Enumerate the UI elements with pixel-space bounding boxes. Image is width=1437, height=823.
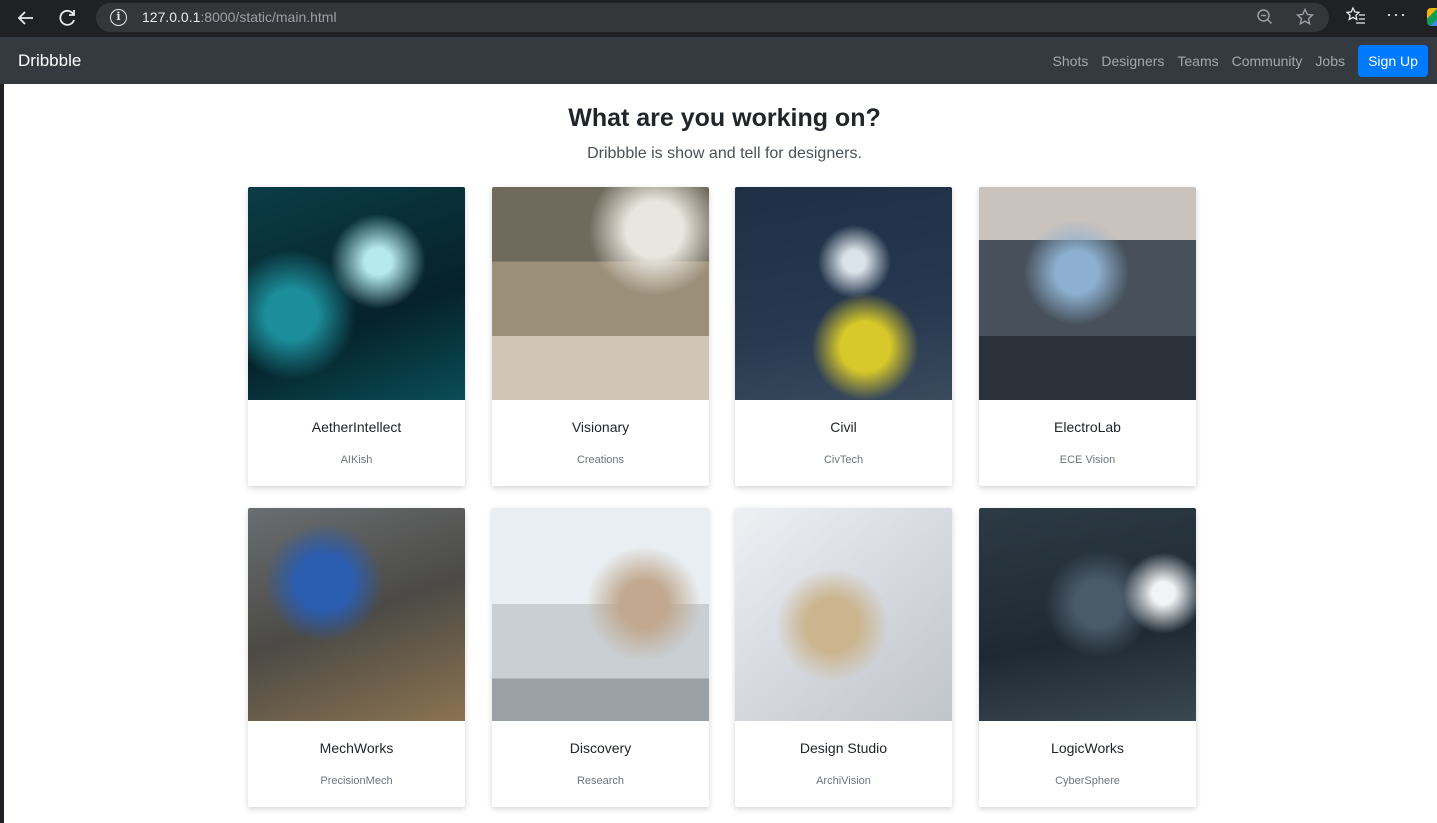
card-title: MechWorks: [319, 740, 394, 756]
card-title: Design Studio: [799, 740, 888, 756]
site-info-icon[interactable]: i: [110, 9, 127, 26]
page-title: What are you working on?: [568, 104, 881, 132]
card-title: LogicWorks: [1051, 740, 1124, 756]
url-text[interactable]: 127.0.0.1:8000/static/main.html: [142, 9, 337, 25]
nav-link-community[interactable]: Community: [1232, 53, 1303, 69]
back-arrow-icon[interactable]: [12, 4, 40, 32]
page-subtitle: Dribbble is show and tell for designers.: [587, 145, 862, 162]
card-title: AetherIntellect: [311, 419, 402, 435]
profile-icon[interactable]: [1427, 8, 1437, 26]
url-path: :8000/static/main.html: [200, 9, 337, 25]
card-title: ElectroLab: [1054, 419, 1121, 435]
bookmark-star-icon[interactable]: [1295, 7, 1315, 32]
mechanic-workshop-image[interactable]: [248, 508, 465, 721]
card-subtitle: PrecisionMech: [320, 775, 393, 787]
shot-card[interactable]: Discovery Research: [492, 508, 709, 807]
card-subtitle: ArchiVision: [816, 775, 871, 787]
shot-card[interactable]: Visionary Creations: [492, 187, 709, 486]
architecture-model-image[interactable]: [735, 508, 952, 721]
civil-engineers-image[interactable]: [735, 187, 952, 400]
card-title: Discovery: [569, 740, 632, 756]
zoom-out-icon[interactable]: [1256, 8, 1274, 31]
research-lab-image[interactable]: [492, 508, 709, 721]
more-options-icon[interactable]: ···: [1386, 4, 1407, 25]
card-subtitle: Creations: [576, 454, 625, 466]
nav-link-designers[interactable]: Designers: [1101, 53, 1164, 69]
nav-link-shots[interactable]: Shots: [1053, 53, 1089, 69]
card-subtitle: Research: [576, 775, 625, 787]
shot-card[interactable]: Civil CivTech: [735, 187, 952, 486]
card-title: Civil: [830, 419, 857, 435]
shot-card[interactable]: LogicWorks CyberSphere: [979, 508, 1196, 807]
computer-team-image[interactable]: [979, 508, 1196, 721]
address-bar[interactable]: i 127.0.0.1:8000/static/main.html: [96, 3, 1329, 32]
card-subtitle: CivTech: [823, 454, 864, 466]
browser-toolbar: i 127.0.0.1:8000/static/main.html ···: [0, 0, 1437, 37]
nav-link-teams[interactable]: Teams: [1177, 53, 1218, 69]
site-navbar: Dribbble Shots Designers Teams Community…: [0, 37, 1437, 84]
electronics-lab-image[interactable]: [979, 187, 1196, 400]
brand-logo[interactable]: Dribbble: [18, 51, 81, 71]
shot-card[interactable]: Design Studio ArchiVision: [735, 508, 952, 807]
card-title: Visionary: [571, 419, 630, 435]
url-host: 127.0.0.1: [142, 9, 201, 25]
shot-card[interactable]: MechWorks PrecisionMech: [248, 508, 465, 807]
reload-icon[interactable]: [54, 4, 82, 32]
card-subtitle: ECE Vision: [1059, 454, 1116, 466]
favorites-icon[interactable]: [1345, 5, 1367, 32]
main-content: What are you working on? Dribbble is sho…: [4, 84, 1437, 823]
card-subtitle: AIKish: [340, 454, 373, 466]
nav-links: Shots Designers Teams Community Jobs Sig…: [1053, 37, 1437, 84]
nav-link-jobs[interactable]: Jobs: [1315, 53, 1345, 69]
ai-robot-image[interactable]: [248, 187, 465, 400]
card-subtitle: CyberSphere: [1055, 775, 1120, 787]
art-studio-image[interactable]: [492, 187, 709, 400]
shot-card[interactable]: ElectroLab ECE Vision: [979, 187, 1196, 486]
sign-up-button[interactable]: Sign Up: [1358, 44, 1428, 77]
shot-card[interactable]: AetherIntellect AIKish: [248, 187, 465, 486]
